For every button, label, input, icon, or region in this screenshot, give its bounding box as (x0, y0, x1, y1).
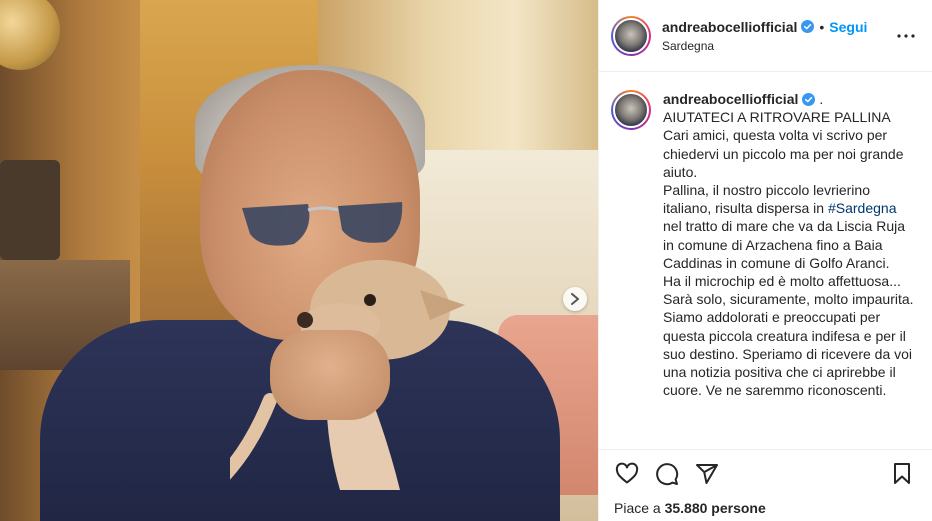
share-button[interactable] (691, 458, 723, 490)
photo-hand (270, 330, 390, 420)
post-photo[interactable] (0, 0, 598, 521)
photo-radio (0, 160, 60, 260)
caption-text: AIUTATECI A RITROVARE PALLINA Cari amici… (663, 108, 918, 399)
post-modal: andreabocelliofficial • Segui Sardegna a… (0, 0, 932, 521)
comment-button[interactable] (651, 458, 683, 490)
photo-sunglasses (242, 202, 403, 246)
verified-badge-icon (802, 92, 816, 106)
separator-dot: • (819, 18, 825, 35)
save-button[interactable] (886, 458, 918, 490)
caption-author-row: andreabocelliofficial . (663, 90, 918, 108)
author-username[interactable]: andreabocelliofficial (662, 19, 797, 35)
avatar-image (613, 17, 649, 54)
share-icon (696, 464, 718, 484)
verified-badge-icon (801, 20, 815, 33)
post-sidebar: andreabocelliofficial • Segui Sardegna a… (598, 0, 932, 521)
chevron-right-icon (571, 293, 579, 305)
caption-username[interactable]: andreabocelliofficial (663, 90, 798, 108)
more-options-icon (897, 33, 915, 38)
avatar-image (613, 92, 649, 128)
like-button[interactable] (611, 458, 643, 490)
caption-part2: nel tratto di mare che va da Liscia Ruja… (663, 218, 914, 399)
hashtag-link[interactable]: #Sardegna (828, 200, 897, 216)
more-options-button[interactable] (894, 24, 918, 48)
post-location[interactable]: Sardegna (662, 39, 894, 53)
author-avatar[interactable] (611, 15, 651, 56)
caption-avatar[interactable] (611, 90, 651, 130)
caption-body: andreabocelliofficial . AIUTATECI A RITR… (663, 90, 918, 449)
next-photo-button[interactable] (563, 287, 587, 311)
likes-number: 35.880 (664, 500, 708, 516)
caption-title: AIUTATECI A RITROVARE PALLINA (663, 109, 891, 126)
likes-count[interactable]: Piace a 35.880 persone (611, 500, 918, 516)
post-actions: Piace a 35.880 persone (599, 449, 932, 521)
heart-icon (615, 462, 639, 484)
author-info: andreabocelliofficial • Segui Sardegna (662, 19, 894, 53)
caption-suffix: . (819, 91, 824, 107)
likes-suffix: persone (707, 500, 766, 516)
bookmark-icon (894, 463, 910, 484)
post-caption: andreabocelliofficial . AIUTATECI A RITR… (599, 72, 932, 449)
comment-icon (656, 463, 679, 486)
action-icons-row (611, 458, 918, 490)
likes-prefix: Piace a (614, 500, 665, 516)
post-header: andreabocelliofficial • Segui Sardegna (599, 0, 932, 72)
follow-button[interactable]: Segui (829, 19, 867, 35)
author-row: andreabocelliofficial • Segui (662, 19, 894, 35)
